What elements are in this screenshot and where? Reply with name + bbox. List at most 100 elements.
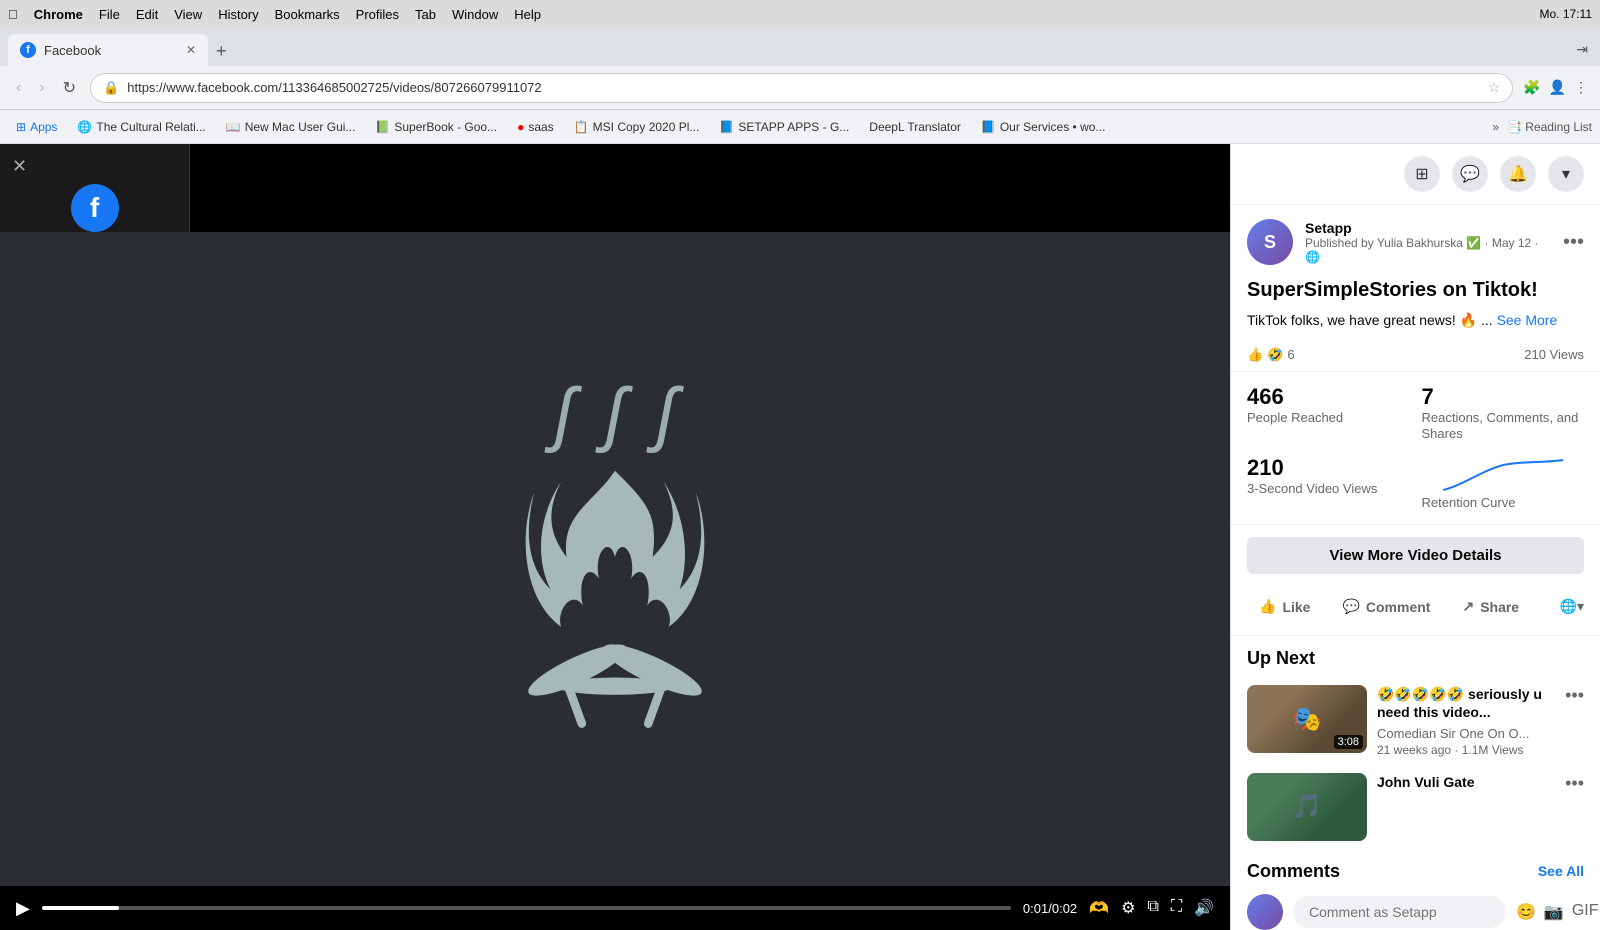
up-next-channel-1: Comedian Sir One On O... <box>1377 726 1555 741</box>
comment-input-row: 😊 📷 GIF ✏️ <box>1231 890 1600 930</box>
bookmark-icon-6: 📘 <box>719 120 734 134</box>
post-avatar: S <box>1247 219 1293 265</box>
menu-file[interactable]: File <box>99 7 120 22</box>
bookmark-apps[interactable]: ⊞ Apps <box>8 117 65 137</box>
url-bar[interactable]: 🔒 https://www.facebook.com/1133646850027… <box>90 73 1513 103</box>
menu-profiles[interactable]: Profiles <box>356 7 399 22</box>
reactions-bar: 👍 🤣 6 210 Views <box>1231 339 1600 372</box>
menu-edit[interactable]: Edit <box>136 7 158 22</box>
gif-icon[interactable]: GIF <box>1572 902 1599 922</box>
tab-bar: f Facebook ✕ + ⇥ <box>0 28 1600 66</box>
people-reached-label: People Reached <box>1247 410 1410 427</box>
menu-tab[interactable]: Tab <box>415 7 436 22</box>
smoke-s-1: ʃ <box>554 378 575 450</box>
sidebar-toggle-button[interactable]: ⇥ <box>1572 37 1592 62</box>
back-button[interactable]: ‹ <box>12 75 25 101</box>
action-row: 👍 Like 💬 Comment ↗ Share 🌐▾ <box>1231 586 1600 636</box>
menu-window[interactable]: Window <box>452 7 498 22</box>
post-more-button[interactable]: ••• <box>1563 231 1584 254</box>
profile-button[interactable]: 👤 <box>1549 79 1566 96</box>
app-name[interactable]: Chrome <box>34 7 83 22</box>
up-next-thumb-1: 🎭 3:08 <box>1247 685 1367 753</box>
apple-menu[interactable]:  <box>8 7 18 22</box>
video-panel: ✕ f ʃ ʃ ʃ <box>0 144 1230 930</box>
smoke-s-3: ʃ <box>655 378 676 450</box>
bookmark-setapp[interactable]: 📘 SETAPP APPS - G... <box>711 117 857 137</box>
up-next-header: Up Next <box>1231 636 1600 677</box>
up-next-more-button-1[interactable]: ••• <box>1565 685 1584 706</box>
comment-button[interactable]: 💬 Comment <box>1330 590 1442 623</box>
play-button[interactable]: ▶ <box>16 898 30 919</box>
up-next-more-button-2[interactable]: ••• <box>1565 773 1584 794</box>
post-title: SuperSimpleStories on Tiktok! <box>1231 273 1600 311</box>
settings-button[interactable]: ⚙ <box>1121 898 1135 918</box>
bookmark-star-icon[interactable]: ☆ <box>1488 79 1501 96</box>
menu-help[interactable]: Help <box>514 7 541 22</box>
retention-chart <box>1422 455 1585 495</box>
bookmark-superbook[interactable]: 📗 SuperBook - Goo... <box>367 117 505 137</box>
comment-input[interactable] <box>1293 896 1506 928</box>
bookmark-label-3: SuperBook - Goo... <box>394 120 497 134</box>
tab-close-button[interactable]: ✕ <box>186 43 196 57</box>
active-tab[interactable]: f Facebook ✕ <box>8 34 208 66</box>
video-area[interactable]: ʃ ʃ ʃ <box>0 232 1230 886</box>
menu-bookmarks[interactable]: Bookmarks <box>275 7 340 22</box>
reactions-count: 7 <box>1422 384 1585 410</box>
bookmark-cultural-relations[interactable]: 🌐 The Cultural Relati... <box>69 117 213 137</box>
messenger-icon-button[interactable]: 💬 <box>1452 156 1488 192</box>
up-next-item-1[interactable]: 🎭 3:08 🤣🤣🤣🤣🤣 seriously u need this video… <box>1231 677 1600 764</box>
favicon-f: f <box>26 44 30 56</box>
comment-icons: 😊 📷 GIF ✏️ <box>1516 902 1600 922</box>
view-details-button[interactable]: View More Video Details <box>1247 537 1584 574</box>
bookmark-our-services[interactable]: 📘 Our Services • wo... <box>973 117 1114 137</box>
reactions-button[interactable]: 🫶 <box>1089 898 1109 918</box>
extensions-button[interactable]: 🧩 <box>1523 79 1540 96</box>
progress-bar[interactable] <box>42 906 1011 910</box>
pip-button[interactable]: ⧉ <box>1147 898 1158 918</box>
video-views-stat: 210 3-Second Video Views <box>1247 455 1410 512</box>
see-more-button[interactable]: See More <box>1497 312 1558 328</box>
reload-button[interactable]: ↻ <box>59 74 80 102</box>
menubar-right: Mo. 17:11 <box>1540 7 1592 21</box>
volume-button[interactable]: 🔊 <box>1194 898 1214 918</box>
emoji-picker-icon[interactable]: 😊 <box>1516 902 1536 922</box>
fullscreen-button[interactable]: ⛶ <box>1171 898 1182 918</box>
comment-label: Comment <box>1366 599 1431 615</box>
bookmark-label-8: Our Services • wo... <box>1000 120 1106 134</box>
bookmark-label-5: MSI Copy 2020 Pl... <box>593 120 700 134</box>
menubar:  Chrome File Edit View History Bookmark… <box>0 0 1600 28</box>
video-controls: ▶ 0:01/0:02 🫶 ⚙ ⧉ ⛶ 🔊 <box>0 886 1230 930</box>
account-menu-button[interactable]: ▾ <box>1548 156 1584 192</box>
notifications-icon-button[interactable]: 🔔 <box>1500 156 1536 192</box>
like-button[interactable]: 👍 Like <box>1247 590 1322 623</box>
fb-left-sidebar: ✕ f <box>0 144 190 232</box>
reading-list-label[interactable]: 📑 Reading List <box>1507 120 1592 134</box>
apps-grid-icon: ⊞ <box>16 120 26 134</box>
bookmark-deepl[interactable]: DeepL Translator <box>861 117 969 137</box>
bookmark-mac-user-guide[interactable]: 📖 New Mac User Gui... <box>218 117 364 137</box>
up-next-item-2[interactable]: 🎵 John Vuli Gate ••• <box>1231 765 1600 849</box>
post-desc-text: TikTok folks, we have great news! 🔥 ... <box>1247 312 1493 328</box>
action-more-button[interactable]: 🌐▾ <box>1560 598 1584 615</box>
bookmark-msi[interactable]: 📋 MSI Copy 2020 Pl... <box>566 117 708 137</box>
bookmark-saas[interactable]: ● saas <box>509 117 562 137</box>
like-emoji: 👍 <box>1247 347 1263 363</box>
reaction-icons: 👍 🤣 6 <box>1247 347 1295 363</box>
progress-fill <box>42 906 120 910</box>
right-panel: ⊞ 💬 🔔 ▾ S Setapp Published by Yulia Bakh… <box>1230 144 1600 930</box>
see-all-button[interactable]: See All <box>1538 863 1584 879</box>
reactions-stat: 7 Reactions, Comments, and Shares <box>1422 384 1585 444</box>
bookmark-label-1: The Cultural Relati... <box>96 120 205 134</box>
menu-history[interactable]: History <box>218 7 258 22</box>
apps-icon-button[interactable]: ⊞ <box>1404 156 1440 192</box>
more-button[interactable]: ⋮ <box>1574 79 1588 96</box>
share-button[interactable]: ↗ Share <box>1450 590 1531 623</box>
new-tab-button[interactable]: + <box>210 41 233 62</box>
bookmarks-bar: ⊞ Apps 🌐 The Cultural Relati... 📖 New Ma… <box>0 110 1600 144</box>
close-sidebar-button[interactable]: ✕ <box>12 156 27 177</box>
forward-button[interactable]: › <box>35 75 48 101</box>
bookmarks-more-button[interactable]: » <box>1492 120 1499 134</box>
camera-icon[interactable]: 📷 <box>1544 902 1564 922</box>
bookmark-label-2: New Mac User Gui... <box>245 120 356 134</box>
menu-view[interactable]: View <box>174 7 202 22</box>
